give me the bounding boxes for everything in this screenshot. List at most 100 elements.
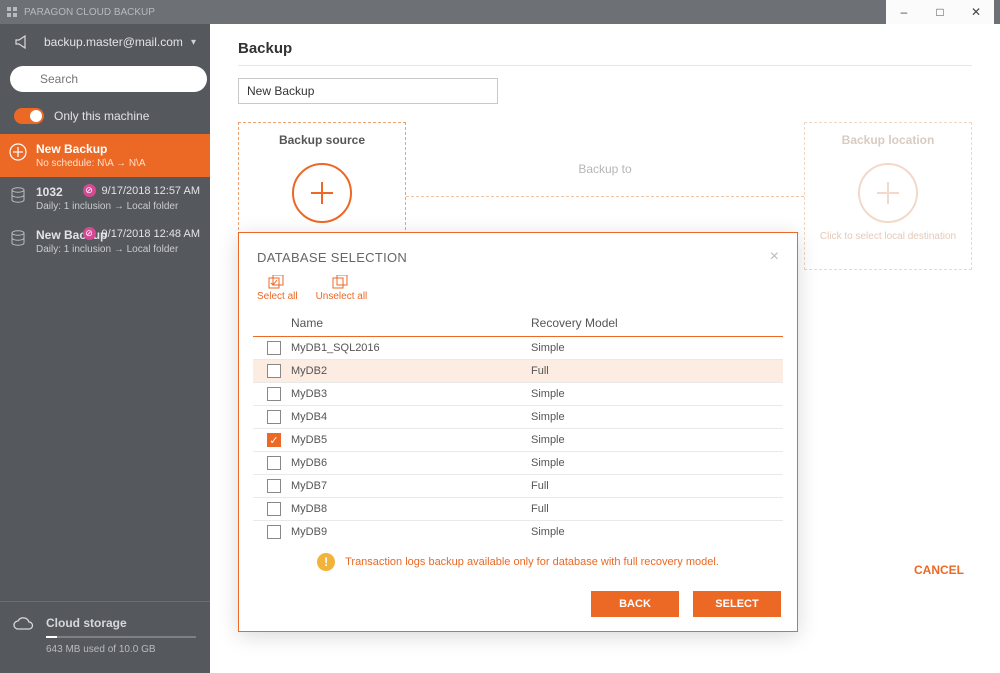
row-checkbox[interactable] <box>267 364 281 378</box>
window-minimize-button[interactable]: – <box>886 0 922 24</box>
plus-circle-icon <box>8 142 28 162</box>
title-bar: PARAGON CLOUD BACKUP – □ ✕ <box>0 0 1000 24</box>
storage-title: Cloud storage <box>46 616 196 630</box>
warning-icon: ! <box>317 553 335 571</box>
error-status-icon: ⊘ <box>83 184 96 197</box>
unselect-all-label: Unselect all <box>316 291 368 302</box>
database-grid: Name Recovery Model MyDB1_SQL2016SimpleM… <box>253 310 783 543</box>
only-this-machine-label: Only this machine <box>54 109 149 123</box>
db-recovery-model: Simple <box>531 526 779 538</box>
cancel-button[interactable]: CANCEL <box>914 563 964 577</box>
database-icon <box>8 228 28 248</box>
db-name: MyDB6 <box>291 457 531 469</box>
account-row[interactable]: backup.master@mail.com ▾ <box>0 24 210 60</box>
database-row[interactable]: MyDB3Simple <box>253 383 783 406</box>
db-name: MyDB2 <box>291 365 531 377</box>
warning-text: Transaction logs backup available only f… <box>345 556 719 568</box>
database-row[interactable]: MyDB4Simple <box>253 406 783 429</box>
cloud-storage-panel: Cloud storage 643 MB used of 10.0 GB <box>0 601 210 673</box>
plus-icon <box>292 163 352 223</box>
job-title: New Backup <box>36 142 198 156</box>
modal-title: DATABASE SELECTION <box>257 250 407 265</box>
database-row[interactable]: MyDB2Full <box>253 360 783 383</box>
search-row: + <box>0 60 210 98</box>
search-input[interactable] <box>10 66 207 92</box>
storage-bar <box>46 636 196 638</box>
database-row[interactable]: MyDB8Full <box>253 498 783 521</box>
close-icon[interactable]: × <box>770 249 779 265</box>
app-title: PARAGON CLOUD BACKUP <box>24 7 155 18</box>
db-recovery-model: Simple <box>531 411 779 423</box>
db-recovery-model: Simple <box>531 434 779 446</box>
unselect-all-button[interactable]: Unselect all <box>316 275 368 302</box>
database-row[interactable]: MyDB9Simple <box>253 521 783 543</box>
cloud-icon <box>12 616 34 632</box>
app-icon <box>6 6 18 18</box>
warning-row: ! Transaction logs backup available only… <box>239 543 797 581</box>
window-close-button[interactable]: ✕ <box>958 0 994 24</box>
chevron-down-icon: ▾ <box>191 37 196 48</box>
row-checkbox[interactable] <box>267 525 281 539</box>
row-checkbox[interactable] <box>267 410 281 424</box>
job-subtitle: Daily: 1 inclusion → Local folder <box>36 244 198 255</box>
job-subtitle: No schedule: N\A → N\A <box>36 158 198 169</box>
db-name: MyDB1_SQL2016 <box>291 342 531 354</box>
sidebar-job-item[interactable]: New Backup⊘9/17/2018 12:48 AMDaily: 1 in… <box>0 220 210 263</box>
database-selection-modal: DATABASE SELECTION × Select all Unselect… <box>238 232 798 632</box>
select-all-icon <box>268 275 286 289</box>
db-name: MyDB8 <box>291 503 531 515</box>
db-name: MyDB4 <box>291 411 531 423</box>
database-row[interactable]: MyDB6Simple <box>253 452 783 475</box>
only-this-machine-toggle[interactable] <box>14 108 44 124</box>
job-subtitle: Daily: 1 inclusion → Local folder <box>36 201 198 212</box>
filter-row: Only this machine <box>0 98 210 134</box>
account-email: backup.master@mail.com <box>44 35 183 49</box>
backup-name-input[interactable] <box>238 78 498 104</box>
database-icon <box>8 185 28 205</box>
select-button[interactable]: SELECT <box>693 591 781 617</box>
row-checkbox[interactable] <box>267 387 281 401</box>
db-recovery-model: Simple <box>531 388 779 400</box>
error-status-icon: ⊘ <box>83 227 96 240</box>
dest-title: Backup location <box>811 133 965 147</box>
database-row[interactable]: MyDB1_SQL2016Simple <box>253 337 783 360</box>
db-recovery-model: Full <box>531 503 779 515</box>
plus-icon <box>858 163 918 223</box>
select-all-button[interactable]: Select all <box>257 275 298 302</box>
db-recovery-model: Full <box>531 365 779 377</box>
grid-header: Name Recovery Model <box>253 310 783 337</box>
job-timestamp: 9/17/2018 12:57 AM <box>102 185 200 197</box>
sidebar-job-item[interactable]: New Backup No schedule: N\A → N\A <box>0 134 210 177</box>
db-recovery-model: Simple <box>531 342 779 354</box>
megaphone-icon <box>14 34 30 50</box>
database-row[interactable]: ✓ MyDB5Simple <box>253 429 783 452</box>
database-row[interactable]: MyDB7Full <box>253 475 783 498</box>
connector-line <box>406 196 804 197</box>
select-all-label: Select all <box>257 291 298 302</box>
source-title: Backup source <box>245 133 399 147</box>
back-button[interactable]: BACK <box>591 591 679 617</box>
row-checkbox[interactable] <box>267 456 281 470</box>
backup-to-label: Backup to <box>578 162 631 176</box>
db-recovery-model: Full <box>531 480 779 492</box>
db-name: MyDB7 <box>291 480 531 492</box>
db-name: MyDB3 <box>291 388 531 400</box>
unselect-all-icon <box>332 275 350 289</box>
col-name: Name <box>291 316 531 330</box>
window-maximize-button[interactable]: □ <box>922 0 958 24</box>
dest-sub: Click to select local destination <box>811 231 965 242</box>
db-recovery-model: Simple <box>531 457 779 469</box>
divider <box>238 65 972 66</box>
row-checkbox[interactable]: ✓ <box>267 433 281 447</box>
row-checkbox[interactable] <box>267 479 281 493</box>
job-list: New BackupNo schedule: N\A → N\A1032⊘9/1… <box>0 134 210 263</box>
sidebar-job-item[interactable]: 1032⊘9/17/2018 12:57 AMDaily: 1 inclusio… <box>0 177 210 220</box>
col-model: Recovery Model <box>531 316 779 330</box>
db-name: MyDB9 <box>291 526 531 538</box>
page-title: Backup <box>210 24 1000 65</box>
backup-destination-card[interactable]: Backup location Click to select local de… <box>804 122 972 270</box>
row-checkbox[interactable] <box>267 341 281 355</box>
db-name: MyDB5 <box>291 434 531 446</box>
row-checkbox[interactable] <box>267 502 281 516</box>
storage-usage: 643 MB used of 10.0 GB <box>46 644 196 655</box>
